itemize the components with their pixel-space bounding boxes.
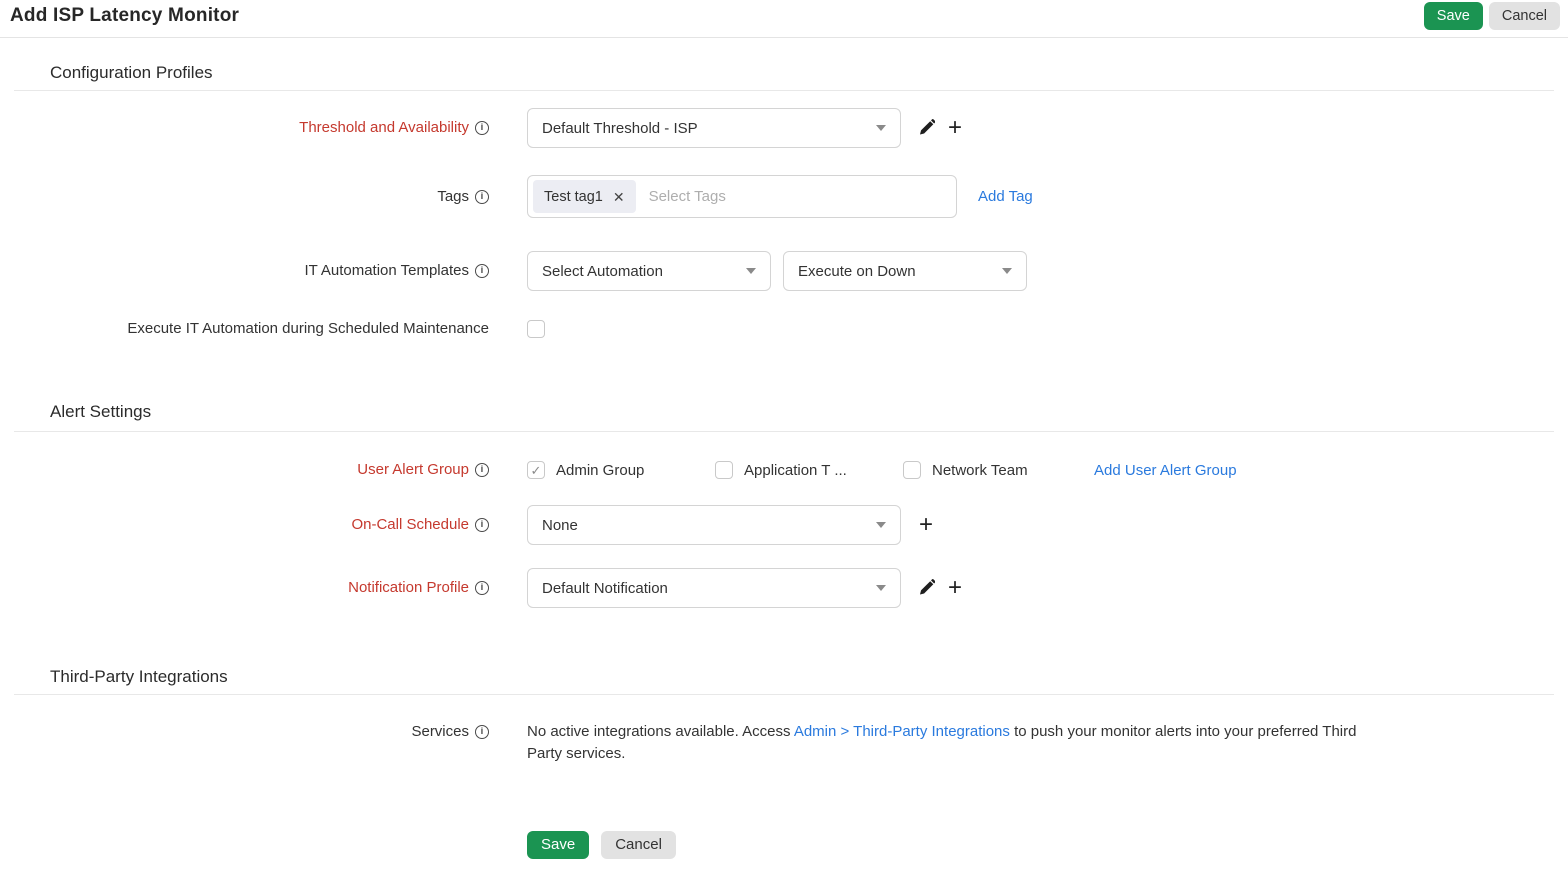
threshold-label: Threshold and Availability i [0,118,489,138]
plus-icon: + [948,118,962,138]
tag-chip-label: Test tag1 [544,189,603,205]
tags-input[interactable]: Test tag1 ✕ Select Tags [527,175,957,218]
threshold-select[interactable]: Default Threshold - ISP [527,108,901,148]
admin-third-party-link[interactable]: Admin > Third-Party Integrations [794,723,1010,740]
pencil-icon [919,119,935,138]
automation-label: IT Automation Templates i [0,261,489,281]
automation-template-select[interactable]: Select Automation [527,251,771,291]
user-alert-group-label: User Alert Group i [0,460,489,480]
footer-actions: Save Cancel [527,831,1568,859]
checkbox[interactable] [903,461,921,479]
tags-placeholder: Select Tags [649,188,726,205]
add-notification-button[interactable]: + [948,578,962,598]
automation-row: IT Automation Templates i Select Automat… [0,251,1568,291]
checkbox-label: Admin Group [556,462,644,479]
edit-threshold-button[interactable] [919,119,935,138]
on-call-select[interactable]: None [527,505,901,545]
on-call-label: On-Call Schedule i [0,515,489,535]
notification-row: Notification Profile i Default Notificat… [0,568,1568,608]
notification-select[interactable]: Default Notification [527,568,901,608]
plus-icon: + [919,515,933,535]
notification-controls: Default Notification + [527,568,962,608]
tag-chip: Test tag1 ✕ [533,180,636,213]
add-tag-link[interactable]: Add Tag [978,188,1033,205]
services-label: Services i [0,722,489,742]
checkbox[interactable] [527,461,545,479]
edit-notification-button[interactable] [919,579,935,598]
divider [14,694,1554,695]
add-on-call-button[interactable]: + [919,515,933,535]
pencil-icon [919,579,935,598]
cancel-button-top[interactable]: Cancel [1489,2,1560,30]
save-button-top[interactable]: Save [1424,2,1483,30]
threshold-row: Threshold and Availability i Default Thr… [0,108,1568,148]
info-icon[interactable]: i [475,463,489,477]
services-row: Services i No active integrations availa… [0,721,1568,765]
header-actions: Save Cancel [1424,2,1560,30]
user-alert-group-controls: Admin Group Application T ... Network Te… [527,461,1237,479]
chevron-down-icon [746,268,756,274]
user-group-option[interactable]: Application T ... [715,461,903,479]
maintenance-checkbox[interactable] [527,320,545,338]
info-icon[interactable]: i [475,518,489,532]
maintenance-controls [527,320,545,338]
maintenance-row: Execute IT Automation during Scheduled M… [0,319,1568,339]
chevron-down-icon [876,522,886,528]
add-threshold-button[interactable]: + [948,118,962,138]
threshold-controls: Default Threshold - ISP + [527,108,962,148]
services-message: No active integrations available. Access… [527,721,1389,765]
section-heading-third-party: Third-Party Integrations [50,666,1568,688]
cancel-button-bottom[interactable]: Cancel [601,831,676,859]
checkbox-label: Application T ... [744,462,847,479]
header-bar: Add ISP Latency Monitor Save Cancel [0,0,1568,38]
services-text-before: No active integrations available. Access [527,723,794,740]
divider [14,90,1554,91]
info-icon[interactable]: i [475,121,489,135]
user-group-option[interactable]: Admin Group [527,461,715,479]
tags-label: Tags i [0,187,489,207]
info-icon[interactable]: i [475,725,489,739]
save-button-bottom[interactable]: Save [527,831,589,859]
on-call-controls: None + [527,505,933,545]
checkbox-label: Network Team [932,462,1028,479]
services-controls: No active integrations available. Access… [527,721,1389,765]
page-title: Add ISP Latency Monitor [10,5,239,27]
divider [14,431,1554,432]
tags-controls: Test tag1 ✕ Select Tags Add Tag [527,175,1033,218]
on-call-row: On-Call Schedule i None + [0,505,1568,545]
notification-label: Notification Profile i [0,578,489,598]
info-icon[interactable]: i [475,581,489,595]
info-icon[interactable]: i [475,190,489,204]
section-heading-alert-settings: Alert Settings [50,401,1568,423]
chevron-down-icon [876,125,886,131]
user-group-option[interactable]: Network Team [903,461,1093,479]
section-heading-configuration-profiles: Configuration Profiles [50,62,1568,84]
chevron-down-icon [1002,268,1012,274]
info-icon[interactable]: i [475,264,489,278]
automation-controls: Select Automation Execute on Down [527,251,1027,291]
add-user-alert-group-link[interactable]: Add User Alert Group [1094,462,1237,479]
automation-trigger-select[interactable]: Execute on Down [783,251,1027,291]
tags-row: Tags i Test tag1 ✕ Select Tags Add Tag [0,175,1568,218]
plus-icon: + [948,578,962,598]
maintenance-label: Execute IT Automation during Scheduled M… [0,319,489,339]
chevron-down-icon [876,585,886,591]
checkbox[interactable] [715,461,733,479]
add-isp-latency-monitor-page: Add ISP Latency Monitor Save Cancel Conf… [0,0,1568,875]
close-icon[interactable]: ✕ [613,190,625,204]
user-alert-group-row: User Alert Group i Admin Group Applicati… [0,460,1568,480]
